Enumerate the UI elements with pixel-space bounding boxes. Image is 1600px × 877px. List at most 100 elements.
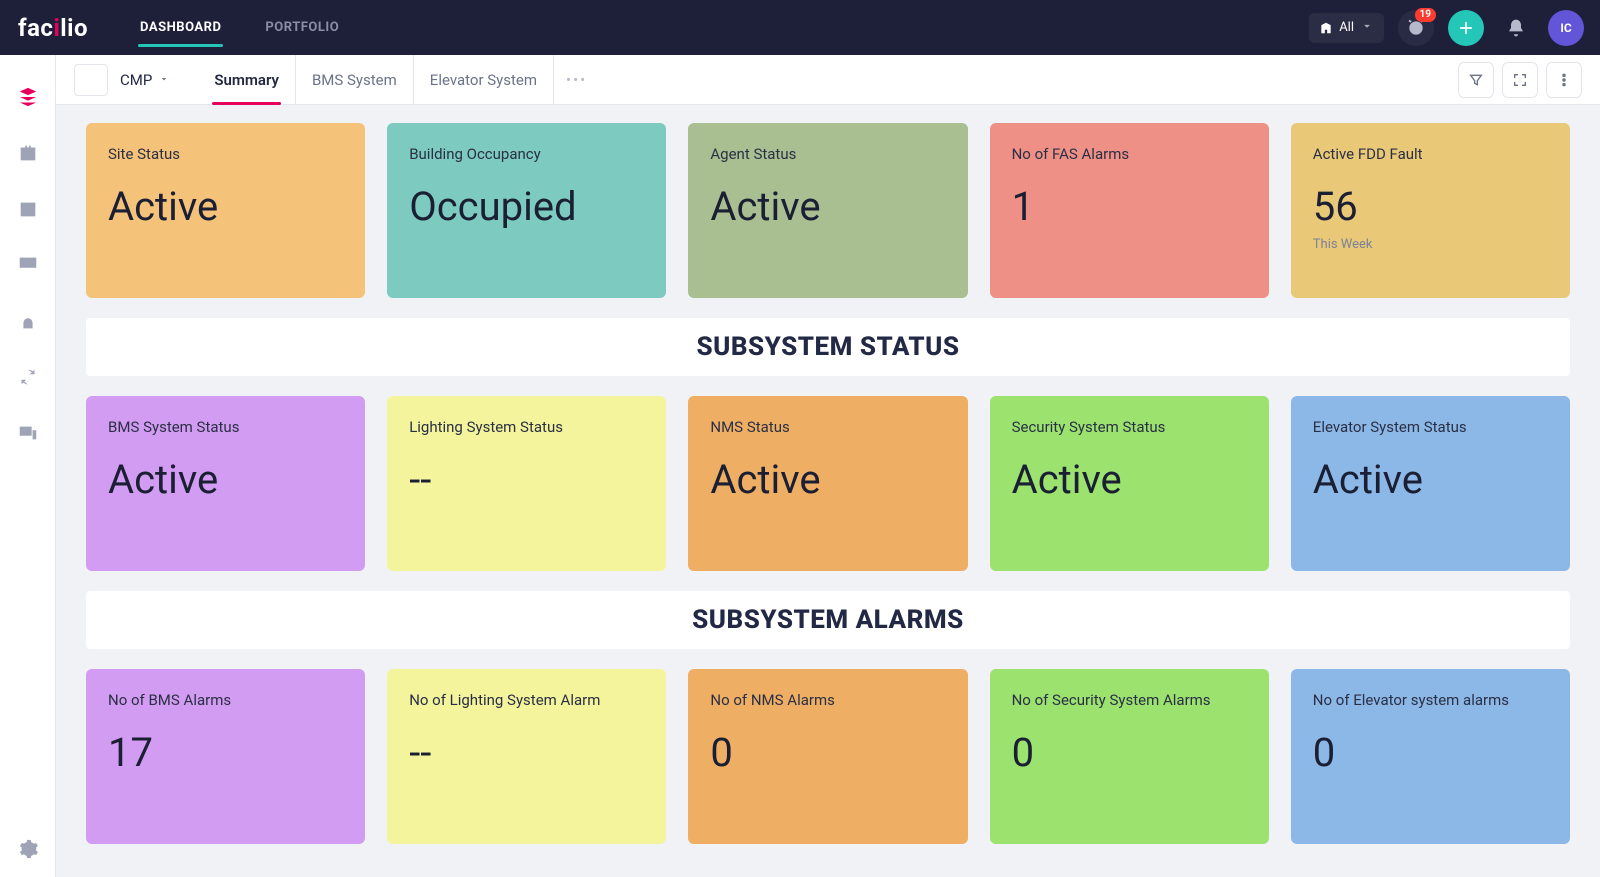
metric-card-value: Active (1313, 460, 1548, 500)
metric-card-value: Occupied (409, 187, 644, 227)
metric-card[interactable]: No of NMS Alarms 0 (688, 669, 967, 844)
metric-card[interactable]: Active FDD Fault56This Week (1291, 123, 1570, 298)
metric-card-value: Active (108, 460, 343, 500)
nav-portfolio[interactable]: PORTFOLIO (243, 0, 361, 55)
metric-card[interactable]: No of Security System Alarms0 (990, 669, 1269, 844)
primary-nav: DASHBOARD PORTFOLIO (118, 0, 361, 55)
app-logo: facilio (18, 14, 88, 42)
scope-selector[interactable]: All (1309, 13, 1384, 43)
metric-card-title: Agent Status (710, 145, 945, 163)
metric-card-value: Active (1012, 460, 1247, 500)
rail-item-settings[interactable] (8, 829, 48, 869)
metric-card-title: Elevator System Status (1313, 418, 1548, 436)
rail-item-briefcase[interactable] (8, 133, 48, 173)
avatar-initials: IC (1560, 21, 1571, 35)
tab-summary[interactable]: Summary (198, 55, 295, 104)
alarm-clock-button[interactable]: 19 (1398, 10, 1434, 46)
rail-item-sync[interactable] (8, 357, 48, 397)
dashboard-selector[interactable]: CMP (120, 71, 170, 89)
devices-icon (17, 422, 39, 444)
rail-item-presentation[interactable] (8, 245, 48, 285)
section-subsystem-status: SUBSYSTEM STATUS (86, 318, 1570, 376)
menu-icon (83, 72, 99, 88)
top-metrics-row: Site StatusActiveBuilding OccupancyOccup… (86, 123, 1570, 298)
metric-card-title: Site Status (108, 145, 343, 163)
chevron-down-icon (158, 71, 170, 89)
metric-card-title: Building Occupancy (409, 145, 644, 163)
metric-card[interactable]: Building Occupancy Occupied (387, 123, 666, 298)
metric-card[interactable]: Agent Status Active (688, 123, 967, 298)
metric-card-title: No of BMS Alarms (108, 691, 343, 709)
dashboard-tabs: Summary BMS System Elevator System ••• (198, 55, 599, 104)
dashboard-canvas[interactable]: Site StatusActiveBuilding OccupancyOccup… (56, 105, 1600, 877)
metric-card-value: 17 (108, 733, 343, 773)
topbar-actions: All 19 IC (1309, 10, 1584, 46)
metric-card[interactable]: Security System StatusActive (990, 396, 1269, 571)
menu-toggle[interactable] (74, 64, 108, 96)
bell-icon (1506, 18, 1526, 38)
tab-elevator[interactable]: Elevator System (413, 55, 553, 104)
metric-card-title: No of Elevator system alarms (1313, 691, 1548, 709)
metric-card-value: 56 (1313, 187, 1548, 227)
tab-summary-label: Summary (214, 71, 279, 89)
metric-card-value: Active (710, 460, 945, 500)
gear-icon (17, 838, 39, 860)
metric-card-title: No of Security System Alarms (1012, 691, 1247, 709)
metric-card[interactable]: No of Elevator system alarms 0 (1291, 669, 1570, 844)
metric-card-title: No of Lighting System Alarm (409, 691, 644, 709)
add-button[interactable] (1448, 10, 1484, 46)
metric-card-value: -- (409, 460, 644, 500)
metric-card-value: Active (710, 187, 945, 227)
metric-card[interactable]: No of Lighting System Alarm -- (387, 669, 666, 844)
metric-card[interactable]: NMS Status Active (688, 396, 967, 571)
tab-bms-label: BMS System (312, 71, 397, 89)
building-icon (1319, 21, 1333, 35)
calendar-icon (17, 198, 39, 220)
metric-card-title: No of FAS Alarms (1012, 145, 1247, 163)
metric-card-title: NMS Status (710, 418, 945, 436)
briefcase-icon (17, 142, 39, 164)
metric-card-title: Active FDD Fault (1313, 145, 1548, 163)
left-rail (0, 55, 56, 877)
rail-item-home[interactable] (8, 77, 48, 117)
filter-icon (1468, 72, 1484, 88)
stack-icon (17, 86, 39, 108)
siren-icon (17, 310, 39, 332)
metric-card-title: No of NMS Alarms (710, 691, 945, 709)
dashboard-name: CMP (120, 71, 152, 89)
tab-bms[interactable]: BMS System (295, 55, 413, 104)
section-subsystem-alarms: SUBSYSTEM ALARMS (86, 591, 1570, 649)
more-options-button[interactable] (1546, 62, 1582, 98)
metric-card[interactable]: No of FAS Alarms 1 (990, 123, 1269, 298)
rail-item-alert[interactable] (8, 301, 48, 341)
rail-item-calendar[interactable] (8, 189, 48, 229)
subsystem-alarms-row: No of BMS Alarms 17 No of Lighting System … (86, 669, 1570, 844)
metric-card-value: 0 (1313, 733, 1548, 773)
rail-item-devices[interactable] (8, 413, 48, 453)
metric-card[interactable]: No of BMS Alarms 17 (86, 669, 365, 844)
notifications-button[interactable] (1498, 10, 1534, 46)
metric-card-value: 1 (1012, 187, 1247, 227)
metric-card[interactable]: Site StatusActive (86, 123, 365, 298)
metric-card-title: BMS System Status (108, 418, 343, 436)
top-bar: facilio DASHBOARD PORTFOLIO All 19 IC (0, 0, 1600, 55)
user-avatar[interactable]: IC (1548, 10, 1584, 46)
dashboard-toolbar: CMP Summary BMS System Elevator System •… (56, 55, 1600, 105)
metric-card-value: -- (409, 733, 644, 773)
kebab-icon (1556, 72, 1572, 88)
fullscreen-button[interactable] (1502, 62, 1538, 98)
nav-portfolio-label: PORTFOLIO (265, 20, 339, 35)
metric-card[interactable]: Lighting System Status -- (387, 396, 666, 571)
metric-card[interactable]: BMS System Status Active (86, 396, 365, 571)
tab-elevator-label: Elevator System (430, 71, 537, 89)
metric-card-title: Lighting System Status (409, 418, 644, 436)
metric-card[interactable]: Elevator System Status Active (1291, 396, 1570, 571)
subsystem-status-row: BMS System Status Active Lighting System S… (86, 396, 1570, 571)
nav-dashboard[interactable]: DASHBOARD (118, 0, 243, 55)
expand-icon (1512, 72, 1528, 88)
filter-button[interactable] (1458, 62, 1494, 98)
tab-more[interactable]: ••• (553, 55, 599, 104)
scope-label: All (1339, 20, 1354, 35)
notification-badge: 19 (1415, 8, 1436, 22)
metric-card-value: 0 (710, 733, 945, 773)
